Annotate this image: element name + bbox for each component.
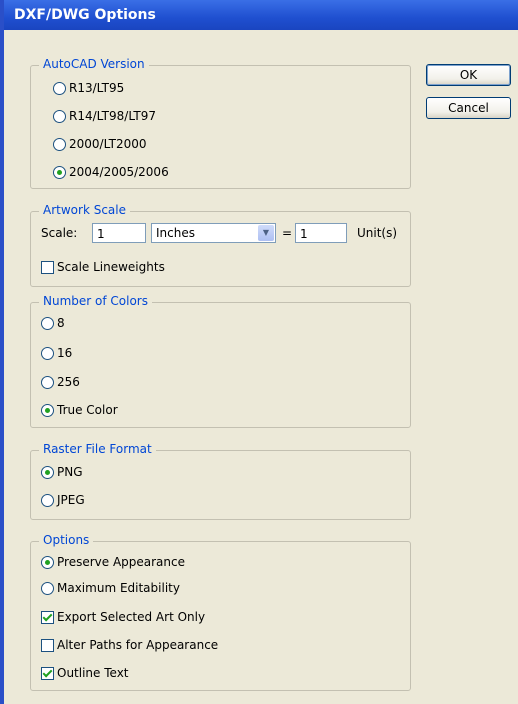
radio-label: 256 bbox=[57, 375, 80, 389]
radio-label: PNG bbox=[57, 465, 83, 479]
artwork-scale-group: Artwork Scale Scale: 1 Inches ▼ = 1 Unit… bbox=[30, 203, 411, 287]
radio-maximum-editability[interactable]: Maximum Editability bbox=[41, 581, 180, 595]
radio-png[interactable]: PNG bbox=[41, 465, 83, 479]
radio-button-selected-icon bbox=[53, 165, 66, 179]
radio-2004[interactable]: 2004/2005/2006 bbox=[53, 165, 169, 179]
checkbox-label: Export Selected Art Only bbox=[57, 610, 206, 624]
number-of-colors-legend: Number of Colors bbox=[39, 294, 152, 308]
export-selected-art-checkbox[interactable]: Export Selected Art Only bbox=[41, 610, 205, 624]
radio-button-icon bbox=[41, 493, 54, 507]
unit-select[interactable]: Inches ▼ bbox=[151, 223, 276, 243]
radio-label: 8 bbox=[57, 316, 65, 330]
radio-true-color[interactable]: True Color bbox=[41, 403, 118, 417]
checkbox-checked-icon bbox=[41, 610, 54, 624]
radio-button-selected-icon bbox=[41, 403, 54, 417]
radio-label: R14/LT98/LT97 bbox=[69, 109, 156, 123]
radio-button-icon bbox=[41, 346, 54, 360]
radio-button-icon bbox=[53, 109, 66, 123]
radio-colors-256[interactable]: 256 bbox=[41, 375, 80, 389]
radio-button-icon bbox=[41, 316, 54, 330]
cancel-button[interactable]: Cancel bbox=[426, 97, 511, 119]
radio-button-selected-icon bbox=[41, 465, 54, 479]
ok-button[interactable]: OK bbox=[426, 64, 511, 86]
alter-paths-checkbox[interactable]: Alter Paths for Appearance bbox=[41, 638, 218, 652]
autocad-version-legend: AutoCAD Version bbox=[39, 57, 149, 71]
checkbox-checked-icon bbox=[41, 666, 54, 680]
radio-jpeg[interactable]: JPEG bbox=[41, 493, 85, 507]
artwork-scale-legend: Artwork Scale bbox=[39, 203, 130, 217]
radio-label: JPEG bbox=[57, 493, 85, 507]
chevron-down-icon[interactable]: ▼ bbox=[258, 225, 274, 241]
checkbox-icon bbox=[41, 260, 54, 274]
radio-label: R13/LT95 bbox=[69, 81, 125, 95]
radio-r14[interactable]: R14/LT98/LT97 bbox=[53, 109, 156, 123]
radio-label: 16 bbox=[57, 346, 73, 360]
radio-button-icon bbox=[41, 375, 54, 389]
radio-colors-16[interactable]: 16 bbox=[41, 346, 72, 360]
options-group: Options Preserve Appearance Maximum Edit… bbox=[30, 533, 411, 691]
raster-format-legend: Raster File Format bbox=[39, 442, 156, 456]
unit-select-value: Inches bbox=[156, 226, 195, 240]
radio-label: Maximum Editability bbox=[57, 581, 180, 595]
checkbox-label: Alter Paths for Appearance bbox=[57, 638, 219, 652]
radio-label: True Color bbox=[57, 403, 118, 417]
autocad-version-group: AutoCAD Version R13/LT95 R14/LT98/LT97 2… bbox=[30, 57, 411, 189]
checkbox-label: Outline Text bbox=[57, 666, 129, 680]
scale-input[interactable]: 1 bbox=[92, 223, 146, 243]
radio-button-selected-icon bbox=[41, 555, 54, 569]
radio-2000[interactable]: 2000/LT2000 bbox=[53, 137, 146, 151]
units-label: Unit(s) bbox=[357, 226, 398, 240]
radio-r13[interactable]: R13/LT95 bbox=[53, 81, 124, 95]
title-bar[interactable]: DXF/DWG Options bbox=[4, 0, 518, 30]
scale-label: Scale: bbox=[41, 226, 78, 240]
unit-value-input[interactable]: 1 bbox=[295, 223, 347, 243]
radio-label: 2004/2005/2006 bbox=[69, 165, 169, 179]
options-legend: Options bbox=[39, 533, 94, 547]
scale-lineweights-checkbox[interactable]: Scale Lineweights bbox=[41, 260, 165, 274]
window-title: DXF/DWG Options bbox=[14, 7, 156, 23]
radio-button-icon bbox=[53, 81, 66, 95]
dialog-window: DXF/DWG Options OK Cancel AutoCAD Versio… bbox=[4, 0, 518, 704]
checkbox-icon bbox=[41, 638, 54, 652]
radio-colors-8[interactable]: 8 bbox=[41, 316, 65, 330]
radio-button-icon bbox=[53, 137, 66, 151]
radio-label: Preserve Appearance bbox=[57, 555, 185, 569]
radio-preserve-appearance[interactable]: Preserve Appearance bbox=[41, 555, 185, 569]
radio-button-icon bbox=[41, 581, 54, 595]
checkbox-label: Scale Lineweights bbox=[57, 260, 165, 274]
equals-label: = bbox=[282, 226, 293, 240]
number-of-colors-group: Number of Colors 8 16 256 True Color bbox=[30, 294, 411, 428]
raster-format-group: Raster File Format PNG JPEG bbox=[30, 442, 411, 520]
outline-text-checkbox[interactable]: Outline Text bbox=[41, 666, 129, 680]
radio-label: 2000/LT2000 bbox=[69, 137, 147, 151]
